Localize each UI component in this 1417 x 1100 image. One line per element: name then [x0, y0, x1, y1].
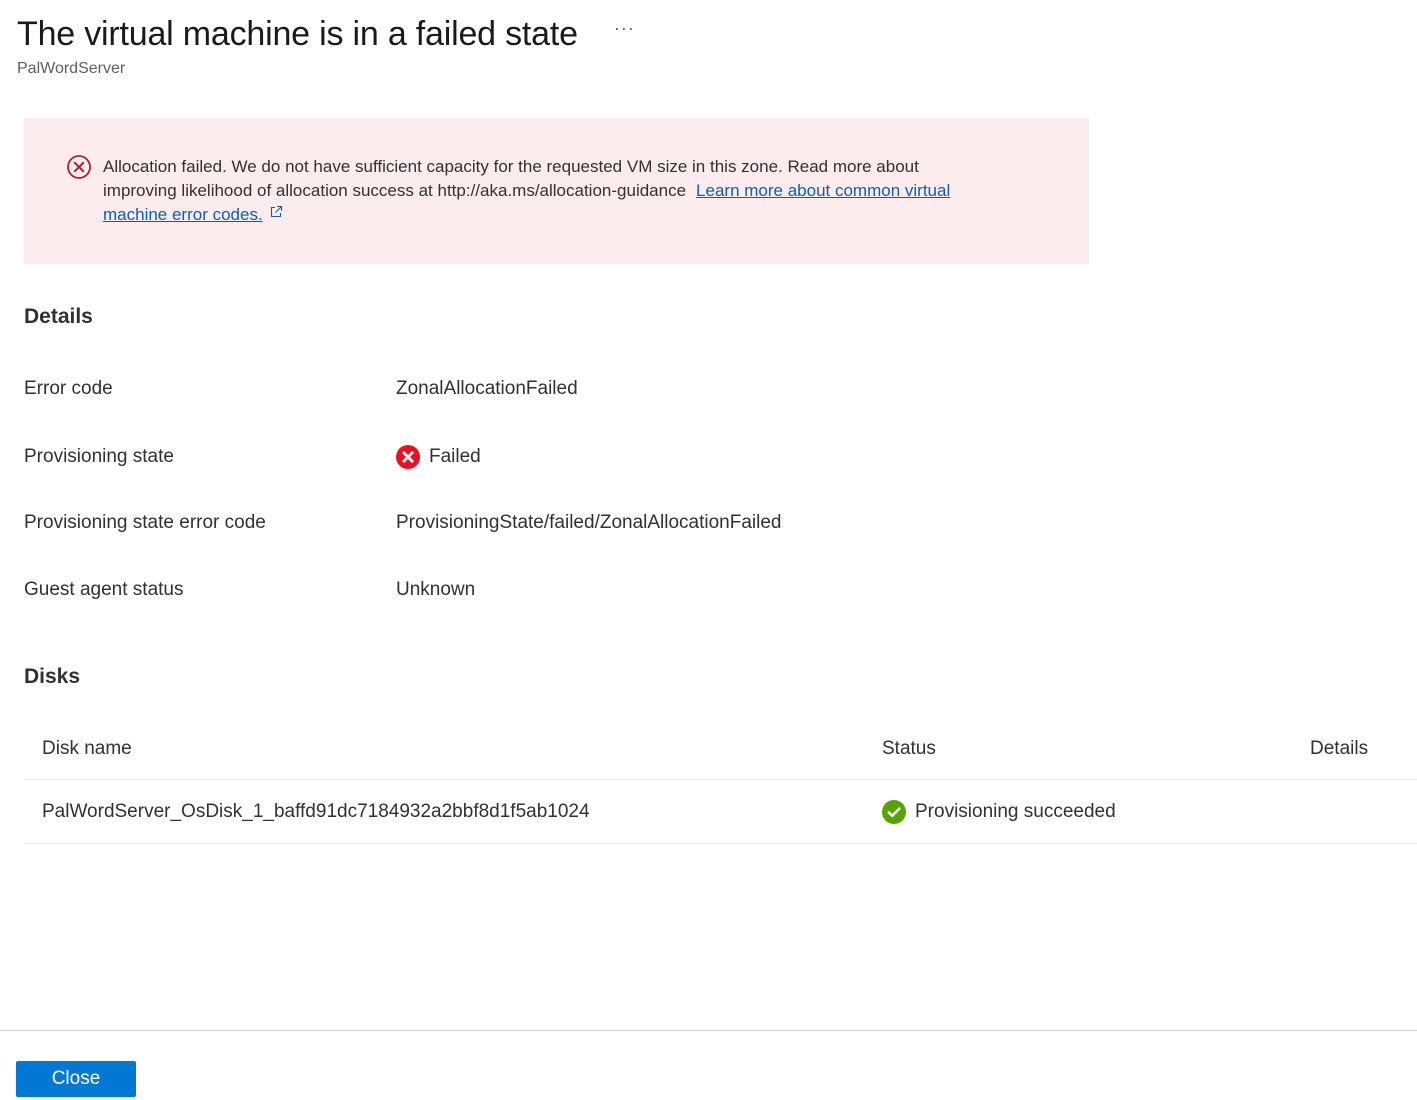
external-link-icon[interactable] [269, 205, 283, 219]
disks-section-title: Disks [24, 665, 81, 688]
learn-more-link[interactable]: Learn more about common virtual [696, 181, 950, 200]
column-header-status: Status [882, 737, 936, 759]
more-options-button[interactable]: ··· [614, 18, 635, 38]
learn-more-link-continued[interactable]: machine error codes. [103, 205, 263, 224]
disk-status-cell: Provisioning succeeded [863, 799, 1291, 824]
title-row: The virtual machine is in a failed state… [17, 12, 635, 56]
detail-value: ZonalAllocationFailed [396, 378, 578, 399]
success-check-icon [882, 799, 906, 824]
error-message-line2: improving likelihood of allocation succe… [103, 181, 687, 200]
error-filled-icon [396, 445, 420, 469]
detail-row-guest-agent-status: Guest agent status Unknown [24, 579, 475, 601]
detail-label: Provisioning state [24, 446, 174, 467]
disk-name-cell: PalWordServer_OsDisk_1_baffd91dc7184932a… [42, 800, 590, 822]
detail-value-with-icon: Failed [396, 445, 481, 469]
detail-label: Error code [24, 378, 113, 399]
error-banner: Allocation failed. We do not have suffic… [24, 118, 1089, 264]
resource-name-subtitle: PalWordServer [17, 60, 126, 77]
detail-value: Unknown [396, 579, 476, 600]
close-button[interactable]: Close [16, 1061, 136, 1097]
error-circle-icon [67, 155, 91, 179]
vm-failed-state-panel: The virtual machine is in a failed state… [0, 0, 1417, 1100]
detail-label: Provisioning state error code [24, 512, 266, 533]
table-row: PalWordServer_OsDisk_1_baffd91dc7184932a… [24, 780, 1417, 844]
column-header-disk-name: Disk name [42, 737, 132, 759]
error-message: Allocation failed. We do not have suffic… [103, 155, 950, 227]
detail-row-provisioning-error-code: Provisioning state error code Provisioni… [24, 512, 782, 534]
details-section-title: Details [24, 305, 93, 328]
panel-header: The virtual machine is in a failed state… [17, 12, 635, 78]
disks-table: Disk name Status Details PalWordServer_O… [24, 718, 1417, 844]
page-title: The virtual machine is in a failed state [17, 15, 578, 53]
detail-label: Guest agent status [24, 579, 184, 600]
disk-status-text: Provisioning succeeded [915, 800, 1116, 822]
detail-value: ProvisioningState/failed/ZonalAllocation… [396, 512, 782, 533]
detail-row-provisioning-state: Provisioning state Failed [24, 445, 481, 469]
table-header-row: Disk name Status Details [24, 718, 1417, 780]
footer-divider [0, 1030, 1417, 1031]
provisioning-state-value: Failed [429, 446, 481, 467]
error-message-line1: Allocation failed. We do not have suffic… [103, 157, 919, 176]
column-header-details: Details [1310, 737, 1369, 759]
detail-row-error-code: Error code ZonalAllocationFailed [24, 378, 578, 400]
